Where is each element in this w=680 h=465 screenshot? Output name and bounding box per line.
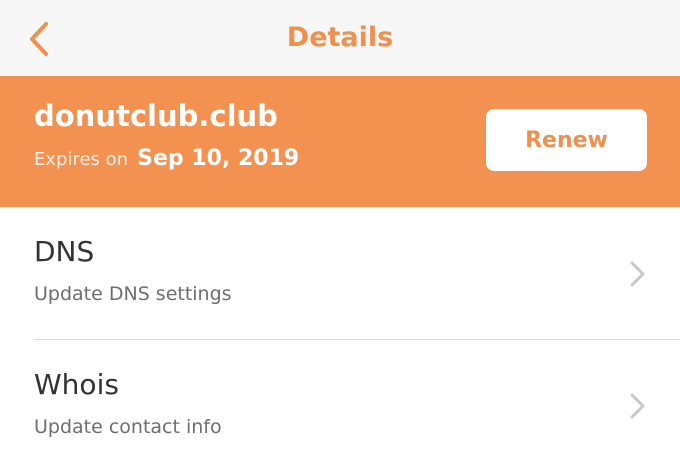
dns-row[interactable]: DNS Update DNS settings bbox=[0, 207, 680, 339]
navigation-bar: Details bbox=[0, 0, 680, 76]
expiry-date: Sep 10, 2019 bbox=[137, 146, 300, 171]
renew-button[interactable]: Renew bbox=[486, 109, 647, 171]
dns-row-title: DNS bbox=[34, 235, 95, 268]
dns-row-subtitle: Update DNS settings bbox=[34, 283, 232, 305]
domain-banner: donutclub.club Expires on Sep 10, 2019 R… bbox=[0, 76, 680, 207]
chevron-right-icon bbox=[630, 393, 645, 419]
whois-row-title: Whois bbox=[34, 368, 119, 401]
details-screen: Details donutclub.club Expires on Sep 10… bbox=[0, 0, 680, 465]
page-title: Details bbox=[286, 22, 394, 53]
domain-name: donutclub.club bbox=[34, 99, 278, 133]
expiry-info: Expires on Sep 10, 2019 bbox=[34, 146, 299, 171]
whois-row[interactable]: Whois Update contact info bbox=[0, 340, 680, 465]
chevron-right-icon bbox=[630, 261, 645, 287]
whois-row-subtitle: Update contact info bbox=[34, 416, 222, 438]
expiry-label: Expires on bbox=[34, 149, 129, 170]
